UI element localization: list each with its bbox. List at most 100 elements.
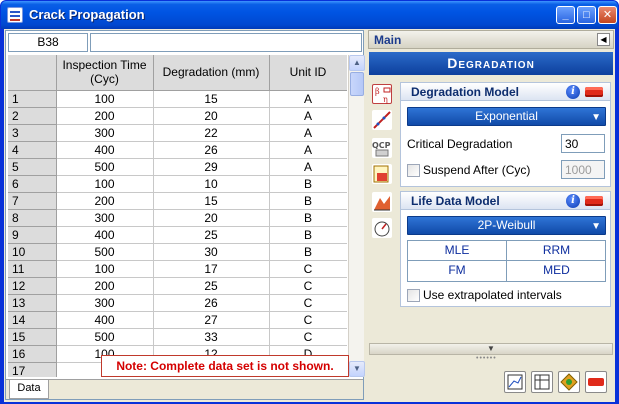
analyze-button[interactable] — [585, 371, 607, 393]
critical-degradation-input[interactable] — [561, 134, 605, 153]
method-fm[interactable]: FM — [408, 261, 507, 281]
cell-inspection-time[interactable]: 300 — [56, 124, 154, 142]
scroll-down-arrow-icon[interactable]: ▼ — [349, 361, 365, 377]
sheet-tab-data[interactable]: Data — [9, 380, 49, 399]
row-header[interactable]: 14 — [8, 311, 57, 329]
cell-inspection-time[interactable]: 300 — [56, 209, 154, 227]
scroll-thumb[interactable] — [350, 72, 364, 96]
collapse-panel-icon[interactable]: ◀ — [597, 33, 610, 46]
cell-inspection-time[interactable]: 100 — [56, 90, 154, 108]
cell-inspection-time[interactable]: 100 — [56, 175, 154, 193]
cell-inspection-time[interactable]: 200 — [56, 107, 154, 125]
cell-inspection-time[interactable]: 500 — [56, 158, 154, 176]
row-header[interactable]: 1 — [8, 90, 57, 108]
minimize-button[interactable]: _ — [556, 6, 575, 24]
row-header[interactable]: 8 — [8, 209, 57, 227]
row-header[interactable]: 12 — [8, 277, 57, 295]
cell-unit-id[interactable]: A — [269, 141, 347, 159]
cell-unit-id[interactable]: C — [269, 294, 347, 312]
row-header[interactable]: 7 — [8, 192, 57, 210]
suspend-after-checkbox[interactable] — [407, 164, 420, 177]
cell-degradation[interactable]: 25 — [153, 226, 270, 244]
cell-inspection-time[interactable]: 400 — [56, 141, 154, 159]
dropdown-arrow-icon[interactable]: ▼ — [591, 109, 601, 126]
method-mle[interactable]: MLE — [408, 241, 507, 261]
calculate-button[interactable] — [558, 371, 580, 393]
cell-unit-id[interactable]: A — [269, 124, 347, 142]
distribution-params-icon[interactable]: βη — [372, 84, 392, 104]
cell-degradation[interactable]: 15 — [153, 90, 270, 108]
cell-inspection-time[interactable]: 200 — [56, 277, 154, 295]
cell-unit-id[interactable]: B — [269, 192, 347, 210]
cell-unit-id[interactable]: B — [269, 226, 347, 244]
cell-unit-id[interactable]: C — [269, 328, 347, 346]
cell-unit-id[interactable]: C — [269, 260, 347, 278]
results-button[interactable] — [531, 371, 553, 393]
extrapolated-intervals-checkbox[interactable] — [407, 289, 420, 302]
method-med[interactable]: MED — [507, 261, 606, 281]
collapse-section-icon[interactable] — [585, 196, 603, 206]
row-header[interactable]: 6 — [8, 175, 57, 193]
row-header[interactable]: 3 — [8, 124, 57, 142]
row-header[interactable]: 10 — [8, 243, 57, 261]
cell-inspection-time[interactable]: 500 — [56, 328, 154, 346]
cell-degradation[interactable]: 30 — [153, 243, 270, 261]
probability-plot-icon[interactable] — [372, 110, 392, 130]
close-button[interactable]: ✕ — [598, 6, 617, 24]
gauge-icon[interactable] — [372, 218, 392, 238]
report-icon[interactable] — [372, 164, 392, 184]
title-bar[interactable]: Crack Propagation _ □ ✕ — [1, 1, 618, 29]
cell-degradation[interactable]: 10 — [153, 175, 270, 193]
row-header[interactable]: 4 — [8, 141, 57, 159]
cell-degradation[interactable]: 29 — [153, 158, 270, 176]
maximize-button[interactable]: □ — [577, 6, 596, 24]
row-header[interactable]: 16 — [8, 345, 57, 363]
row-header[interactable]: 13 — [8, 294, 57, 312]
row-header[interactable]: 2 — [8, 107, 57, 125]
vertical-scrollbar[interactable]: ▲ ▼ — [348, 55, 365, 377]
distribution-select[interactable]: 2P-Weibull ▼ — [407, 216, 606, 235]
cell-degradation[interactable]: 25 — [153, 277, 270, 295]
cell-reference[interactable]: B38 — [8, 33, 88, 52]
dropdown-arrow-icon[interactable]: ▼ — [591, 218, 601, 235]
cell-degradation[interactable]: 22 — [153, 124, 270, 142]
row-header[interactable]: 17 — [8, 362, 57, 377]
cell-inspection-time[interactable]: 400 — [56, 311, 154, 329]
cell-unit-id[interactable]: B — [269, 209, 347, 227]
row-header[interactable]: 15 — [8, 328, 57, 346]
cell-degradation[interactable]: 27 — [153, 311, 270, 329]
column-header-degradation[interactable]: Degradation (mm) — [153, 55, 270, 91]
cell-inspection-time[interactable]: 400 — [56, 226, 154, 244]
column-header-time[interactable]: Inspection Time (Cyc) — [56, 55, 154, 91]
row-header[interactable]: 11 — [8, 260, 57, 278]
splitter-grip[interactable]: •••••• — [476, 355, 506, 362]
cell-degradation[interactable]: 20 — [153, 209, 270, 227]
chart-icon[interactable] — [372, 192, 392, 212]
scroll-up-arrow-icon[interactable]: ▲ — [349, 55, 365, 71]
cell-degradation[interactable]: 15 — [153, 192, 270, 210]
cell-inspection-time[interactable]: 100 — [56, 260, 154, 278]
row-header[interactable]: 5 — [8, 158, 57, 176]
cell-degradation[interactable]: 17 — [153, 260, 270, 278]
plot-button[interactable] — [504, 371, 526, 393]
cell-inspection-time[interactable]: 200 — [56, 192, 154, 210]
suspend-after-input[interactable] — [561, 160, 605, 179]
cell-degradation[interactable]: 26 — [153, 294, 270, 312]
info-icon[interactable]: i — [566, 194, 580, 208]
info-icon[interactable]: i — [566, 85, 580, 99]
cell-unit-id[interactable]: A — [269, 107, 347, 125]
collapse-section-icon[interactable] — [585, 87, 603, 97]
cell-unit-id[interactable]: C — [269, 311, 347, 329]
cell-degradation[interactable]: 20 — [153, 107, 270, 125]
corner-cell[interactable] — [8, 55, 57, 91]
method-rrm[interactable]: RRM — [507, 241, 606, 261]
row-header[interactable]: 9 — [8, 226, 57, 244]
cell-unit-id[interactable]: B — [269, 243, 347, 261]
column-header-unit-id[interactable]: Unit ID — [269, 55, 347, 91]
cell-unit-id[interactable]: C — [269, 277, 347, 295]
cell-inspection-time[interactable]: 500 — [56, 243, 154, 261]
cell-unit-id[interactable]: A — [269, 90, 347, 108]
qcp-icon[interactable]: QCP — [372, 138, 392, 158]
cell-inspection-time[interactable]: 300 — [56, 294, 154, 312]
cell-unit-id[interactable]: B — [269, 175, 347, 193]
